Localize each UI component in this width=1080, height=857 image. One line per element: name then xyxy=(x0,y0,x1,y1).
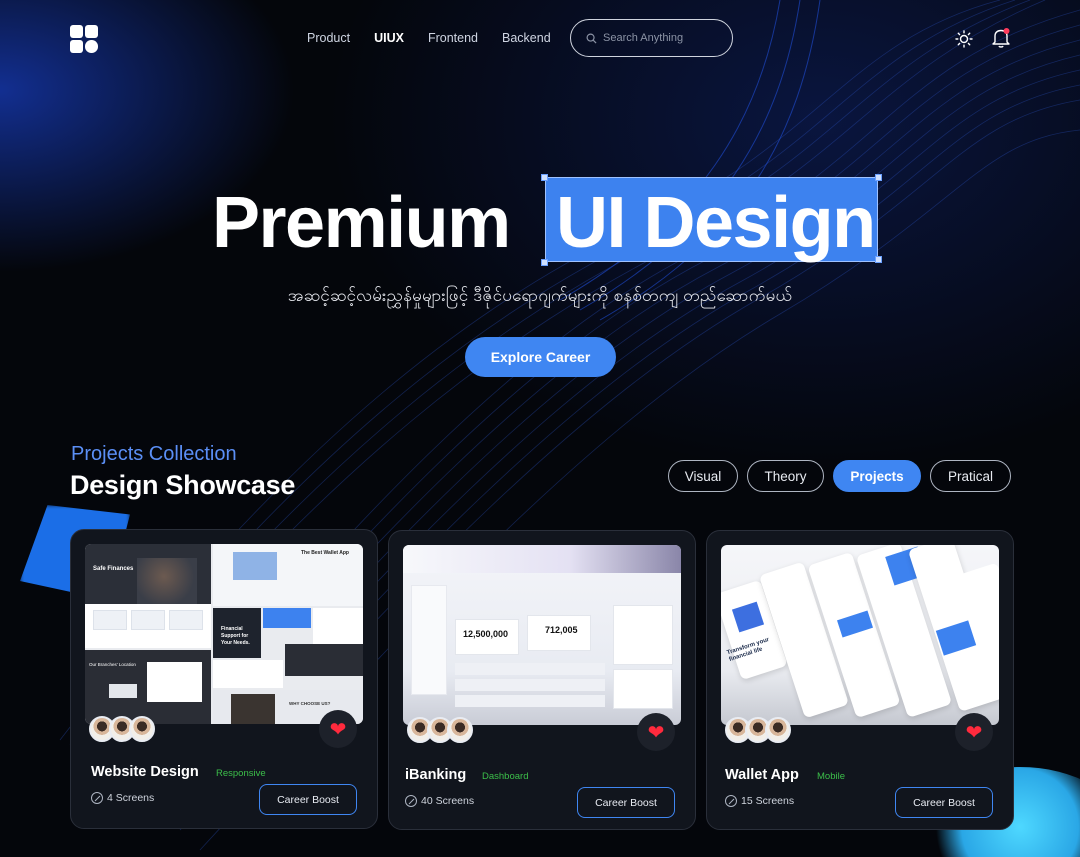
card-title: Website Design xyxy=(91,764,199,780)
career-boost-button[interactable]: Career Boost xyxy=(259,784,357,815)
card-thumbnail: Transform your financial life xyxy=(721,545,999,725)
avatar-group xyxy=(725,717,791,743)
section-title: Design Showcase xyxy=(70,470,296,500)
career-boost-button[interactable]: Career Boost xyxy=(895,787,993,818)
avatar-group xyxy=(89,716,155,742)
screens-icon xyxy=(91,792,103,804)
thumb-text: Safe Finances xyxy=(93,566,134,572)
search-input[interactable] xyxy=(603,32,713,44)
screen-count: 15 Screens xyxy=(725,795,794,807)
card-title: Wallet App xyxy=(725,767,799,783)
screen-count: 4 Screens xyxy=(91,792,154,804)
menu-item-frontend[interactable]: Frontend xyxy=(428,31,478,45)
project-card-website-design[interactable]: Safe Finances Our Branches' Location The… xyxy=(70,529,378,829)
resize-handle xyxy=(875,256,882,263)
project-card-ibanking[interactable]: 12,500,000 712,005 ❤ iBanking Dashboard … xyxy=(388,530,696,830)
filter-tabs: Visual Theory Projects Pratical xyxy=(668,460,1011,492)
card-thumbnail: Safe Finances Our Branches' Location The… xyxy=(85,544,363,724)
avatar-group xyxy=(407,717,473,743)
search-icon xyxy=(586,33,597,44)
sun-icon[interactable] xyxy=(955,30,973,48)
menu-item-backend[interactable]: Backend xyxy=(502,31,551,45)
avatar xyxy=(447,717,473,743)
thumb-text: 712,005 xyxy=(545,625,578,635)
logo-icon[interactable] xyxy=(70,25,98,53)
filter-visual[interactable]: Visual xyxy=(668,460,738,492)
card-thumbnail: 12,500,000 712,005 xyxy=(403,545,681,725)
hero-title-highlight: UI Design xyxy=(556,183,876,263)
card-tag: Responsive xyxy=(216,768,266,779)
search-box[interactable] xyxy=(570,19,733,57)
resize-handle xyxy=(541,174,548,181)
hero-title-plain: Premium xyxy=(212,183,511,263)
filter-theory[interactable]: Theory xyxy=(747,460,824,492)
section-kicker: Projects Collection xyxy=(71,443,237,465)
card-tag: Mobile xyxy=(817,771,845,782)
avatar xyxy=(765,717,791,743)
thumb-text: Our Branches' Location xyxy=(89,662,136,667)
screens-icon xyxy=(725,795,737,807)
heart-icon[interactable]: ❤ xyxy=(637,713,675,751)
menu-item-product[interactable]: Product xyxy=(307,31,350,45)
menu-item-uiux[interactable]: UIUX xyxy=(374,31,404,45)
thumb-text: 12,500,000 xyxy=(463,629,509,639)
explore-career-button[interactable]: Explore Career xyxy=(465,337,616,377)
card-title: iBanking xyxy=(405,767,467,783)
thumb-text: WHY CHOOSE US? xyxy=(289,701,331,706)
screen-count-label: 4 Screens xyxy=(107,792,155,804)
hero-subtitle: အဆင့်ဆင့်လမ်းညွှန်မှုများဖြင့် ဒီဇိုင်ပရ… xyxy=(287,286,793,305)
project-card-wallet-app[interactable]: Transform your financial life ❤ Wallet A… xyxy=(706,530,1014,830)
screen-count-label: 40 Screens xyxy=(421,795,475,807)
screen-count-label: 15 Screens xyxy=(741,795,795,807)
career-boost-button[interactable]: Career Boost xyxy=(577,787,675,818)
filter-projects[interactable]: Projects xyxy=(833,460,921,492)
resize-handle xyxy=(541,259,548,266)
heart-icon[interactable]: ❤ xyxy=(955,713,993,751)
thumb-text: The Best Wallet App xyxy=(301,550,349,556)
resize-handle xyxy=(875,174,882,181)
filter-pratical[interactable]: Pratical xyxy=(930,460,1011,492)
screens-icon xyxy=(405,795,417,807)
main-menu: Product UIUX Frontend Backend xyxy=(307,31,551,45)
screen-count: 40 Screens xyxy=(405,795,474,807)
avatar xyxy=(129,716,155,742)
bell-icon[interactable] xyxy=(991,27,1011,49)
card-tag: Dashboard xyxy=(482,771,529,782)
top-navbar: Product UIUX Frontend Backend xyxy=(0,0,1080,78)
thumb-text: Financial Support for Your Needs. xyxy=(221,626,250,646)
heart-icon[interactable]: ❤ xyxy=(319,710,357,748)
